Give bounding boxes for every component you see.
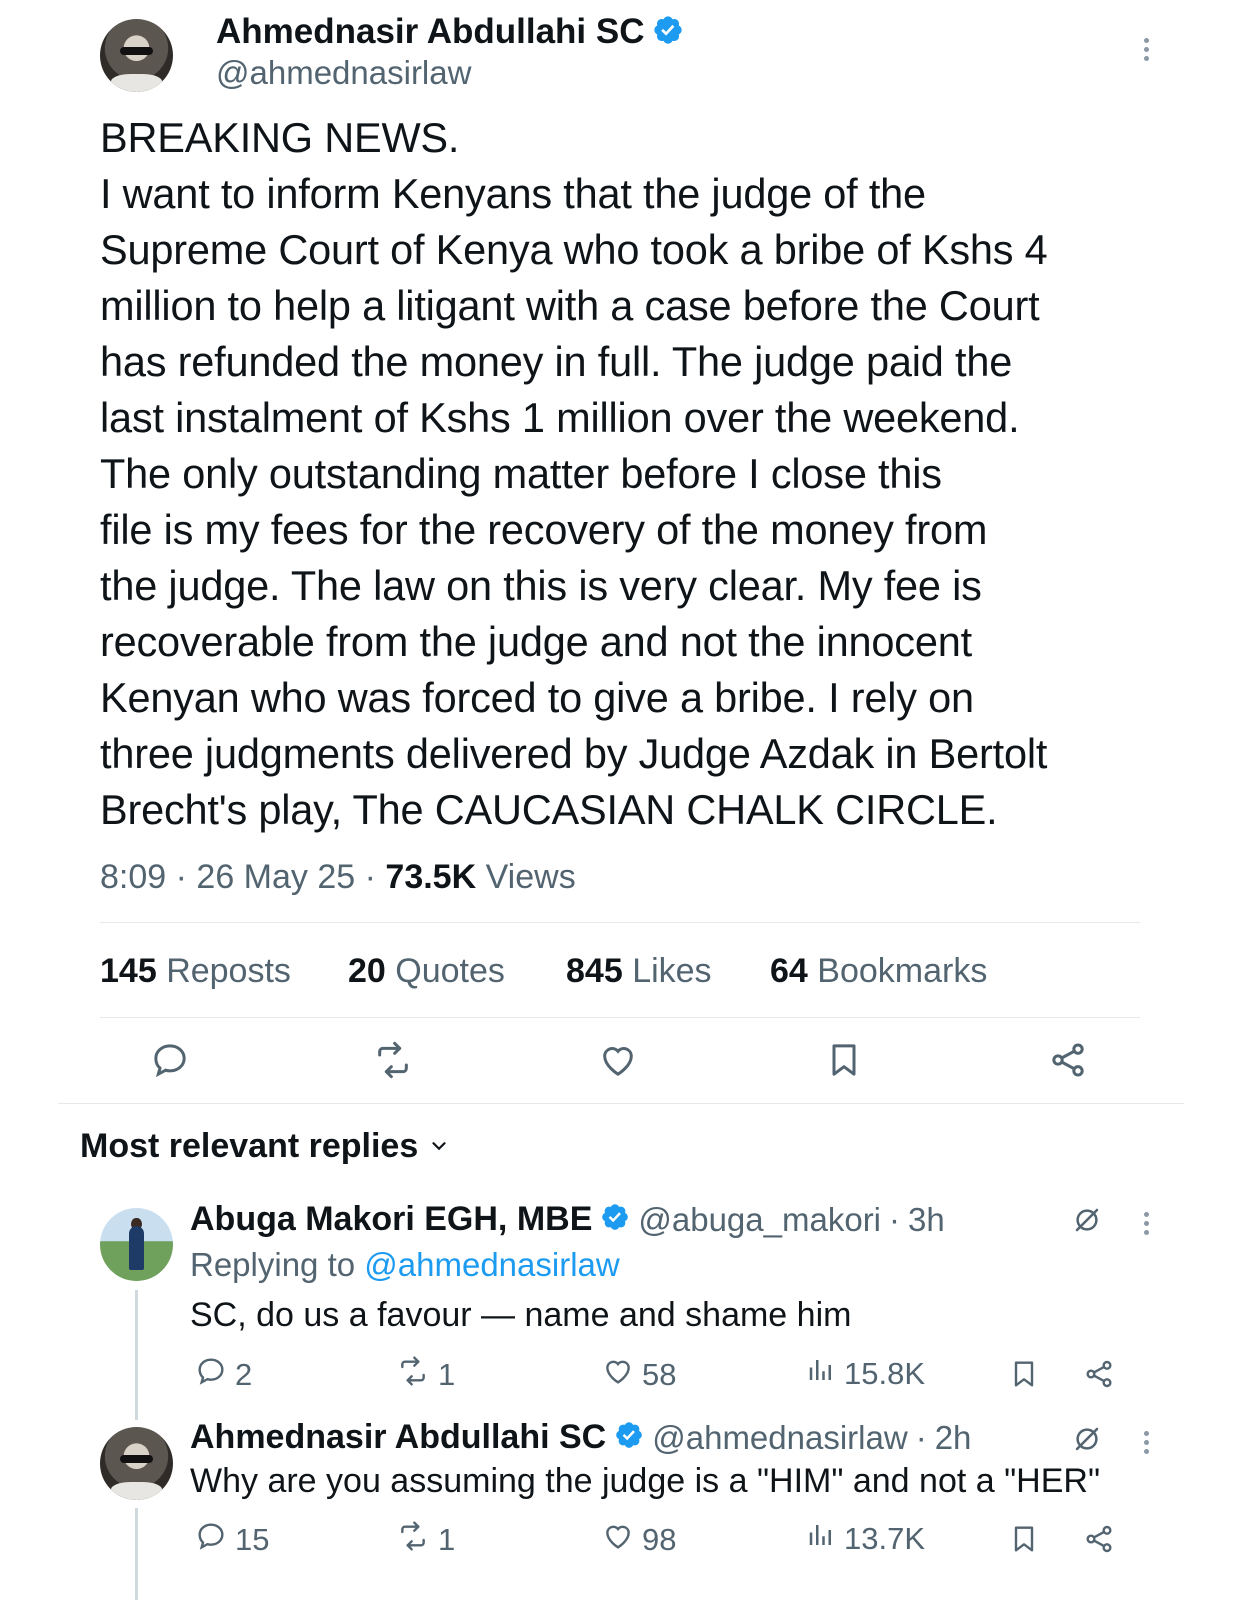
tweet-date[interactable]: 26 May 25 <box>196 858 355 896</box>
repost-icon <box>396 1355 430 1395</box>
stat-reposts[interactable]: 145 Reposts <box>100 952 291 991</box>
main-author-handle[interactable]: @ahmednasirlaw <box>216 54 471 92</box>
views-label: Views <box>485 858 576 896</box>
reply-author-handle[interactable]: @ahmednasirlaw <box>652 1419 907 1457</box>
reply-like-button[interactable]: 98 <box>602 1520 676 1560</box>
reply-icon[interactable] <box>150 1040 190 1080</box>
reply-icon <box>195 1355 227 1395</box>
share-icon[interactable] <box>1083 1358 1115 1395</box>
like-icon <box>602 1355 634 1395</box>
reply-views-button[interactable]: 15.8K <box>806 1355 925 1393</box>
replying-to-link[interactable]: @ahmednasirlaw <box>364 1246 619 1283</box>
repost-icon[interactable] <box>372 1040 414 1080</box>
bookmark-icon[interactable] <box>1008 1523 1040 1560</box>
views-icon <box>806 1520 836 1558</box>
grok-icon[interactable] <box>1072 1205 1102 1240</box>
grok-icon[interactable] <box>1072 1424 1102 1459</box>
divider <box>100 1017 1140 1018</box>
reply-author-name[interactable]: Ahmednasir Abdullahi SC <box>190 1418 606 1457</box>
views-icon <box>806 1355 836 1393</box>
more-icon[interactable] <box>1141 38 1151 65</box>
reply-like-button[interactable]: 58 <box>602 1355 676 1395</box>
reply-author-handle[interactable]: @abuga_makori <box>638 1201 881 1239</box>
tweet-meta: 8:09 · 26 May 25 · 73.5K Views <box>100 858 576 896</box>
section-divider <box>58 1103 1184 1104</box>
views-count: 73.5K <box>385 858 477 896</box>
share-icon[interactable] <box>1083 1523 1115 1560</box>
main-author-avatar[interactable] <box>100 19 173 92</box>
reply-repost-button[interactable]: 1 <box>396 1520 455 1560</box>
reply-age[interactable]: 2h <box>935 1419 972 1457</box>
divider <box>100 922 1140 923</box>
reply-age[interactable]: 3h <box>908 1201 945 1239</box>
share-icon[interactable] <box>1048 1040 1088 1080</box>
stat-bookmarks[interactable]: 64 Bookmarks <box>770 952 987 991</box>
reply-repost-button[interactable]: 1 <box>396 1355 455 1395</box>
reply-author-name[interactable]: Abuga Makori EGH, MBE <box>190 1200 592 1239</box>
reply-text: Why are you assuming the judge is a "HIM… <box>190 1462 1101 1500</box>
reply-reply-button[interactable]: 15 <box>195 1520 269 1560</box>
verified-badge-icon <box>652 14 684 51</box>
more-icon[interactable] <box>1141 1431 1151 1458</box>
replies-sort-dropdown[interactable]: Most relevant replies <box>80 1127 450 1166</box>
reply-header: Ahmednasir Abdullahi SC @ahmednasirlaw ·… <box>190 1418 972 1457</box>
reply-author-avatar[interactable] <box>100 1208 173 1281</box>
verified-badge-icon <box>614 1420 644 1455</box>
reply-reply-button[interactable]: 2 <box>195 1355 252 1395</box>
replies-sort-label: Most relevant replies <box>80 1127 419 1165</box>
like-icon <box>602 1520 634 1560</box>
verified-badge-icon <box>600 1202 630 1237</box>
more-icon[interactable] <box>1141 1212 1151 1239</box>
thread-line <box>135 1290 138 1420</box>
reply-views-button[interactable]: 13.7K <box>806 1520 925 1558</box>
chevron-down-icon <box>428 1127 450 1166</box>
stat-likes[interactable]: 845 Likes <box>566 952 712 991</box>
reply-author-avatar[interactable] <box>100 1427 173 1500</box>
reply-text: SC, do us a favour — name and shame him <box>190 1296 852 1334</box>
stat-quotes[interactable]: 20 Quotes <box>348 952 505 991</box>
reply-header: Abuga Makori EGH, MBE @abuga_makori · 3h <box>190 1200 945 1239</box>
replying-to: Replying to @ahmednasirlaw <box>190 1246 620 1283</box>
main-author-name[interactable]: Ahmednasir Abdullahi SC <box>216 12 644 52</box>
bookmark-icon[interactable] <box>1008 1358 1040 1395</box>
like-icon[interactable] <box>598 1040 638 1080</box>
tweet-time[interactable]: 8:09 <box>100 858 166 896</box>
repost-icon <box>396 1520 430 1560</box>
reply-icon <box>195 1520 227 1560</box>
thread-line <box>135 1508 138 1600</box>
bookmark-icon[interactable] <box>824 1040 864 1080</box>
tweet-body: BREAKING NEWS. I want to inform Kenyans … <box>100 114 1048 833</box>
